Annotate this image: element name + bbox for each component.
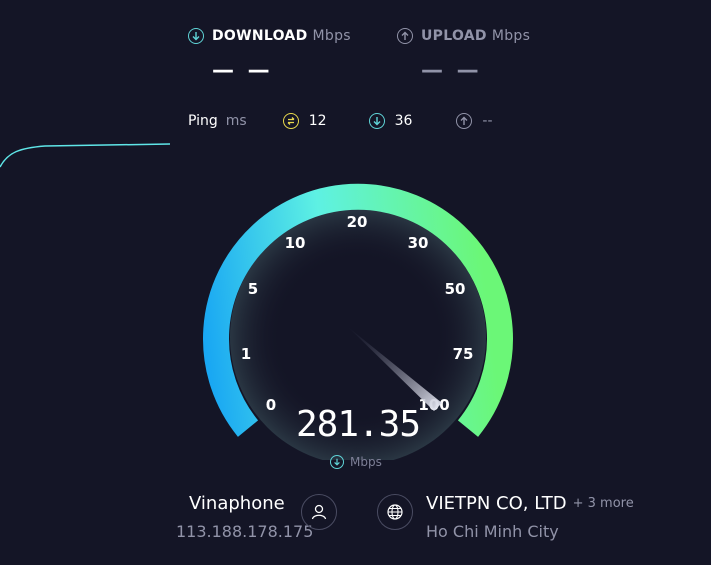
download-unit: Mbps <box>312 28 351 44</box>
upload-label: UPLOAD <box>421 28 487 44</box>
server-name: VIETPN CO, LTD <box>426 493 567 514</box>
gauge-tick-10: 10 <box>285 234 306 252</box>
ping-download-value: 36 <box>394 113 413 129</box>
server-location: Ho Chi Minh City <box>426 522 559 541</box>
ping-row: Ping ms 12 36 -- <box>188 113 493 129</box>
ping-upload-icon <box>456 113 473 129</box>
download-label: DOWNLOAD <box>212 28 308 44</box>
ping-idle-icon <box>282 113 299 129</box>
gauge-tick-5: 5 <box>248 280 258 298</box>
upload-header: UPLOAD Mbps <box>397 28 530 44</box>
isp-name: Vinaphone <box>189 493 285 514</box>
upload-value: — — <box>421 58 482 83</box>
gauge-tick-50: 50 <box>445 280 466 298</box>
gauge-tick-75: 75 <box>453 345 474 363</box>
speed-graph-line <box>0 143 171 168</box>
gauge-tick-0: 0 <box>266 396 276 414</box>
gauge-tick-30: 30 <box>408 234 429 252</box>
speed-unit: Mbps <box>350 455 382 469</box>
server-globe-button[interactable] <box>377 494 413 530</box>
speed-unit-row: Mbps <box>330 455 382 469</box>
download-arrow-icon <box>188 28 204 44</box>
ping-idle-value: 12 <box>308 113 327 129</box>
download-value: — — <box>212 58 273 83</box>
globe-icon <box>387 504 403 520</box>
speed-value: 281.35 <box>295 404 421 445</box>
user-icon <box>311 504 327 520</box>
speed-download-icon <box>330 455 344 469</box>
ping-download-icon <box>368 113 385 129</box>
server-more-link[interactable]: + 3 more <box>573 496 634 511</box>
gauge-tick-20: 20 <box>347 213 368 231</box>
ping-unit: ms <box>225 113 247 129</box>
gauge-tick-1: 1 <box>241 345 251 363</box>
isp-ip: 113.188.178.175 <box>176 522 314 541</box>
upload-unit: Mbps <box>491 28 531 44</box>
upload-arrow-icon <box>397 28 413 44</box>
ping-label: Ping <box>188 113 218 129</box>
isp-user-button[interactable] <box>301 494 337 530</box>
download-header: DOWNLOAD Mbps <box>188 28 351 44</box>
ping-upload-value: -- <box>482 113 493 129</box>
server-name-row: VIETPN CO, LTD + 3 more <box>426 493 634 514</box>
